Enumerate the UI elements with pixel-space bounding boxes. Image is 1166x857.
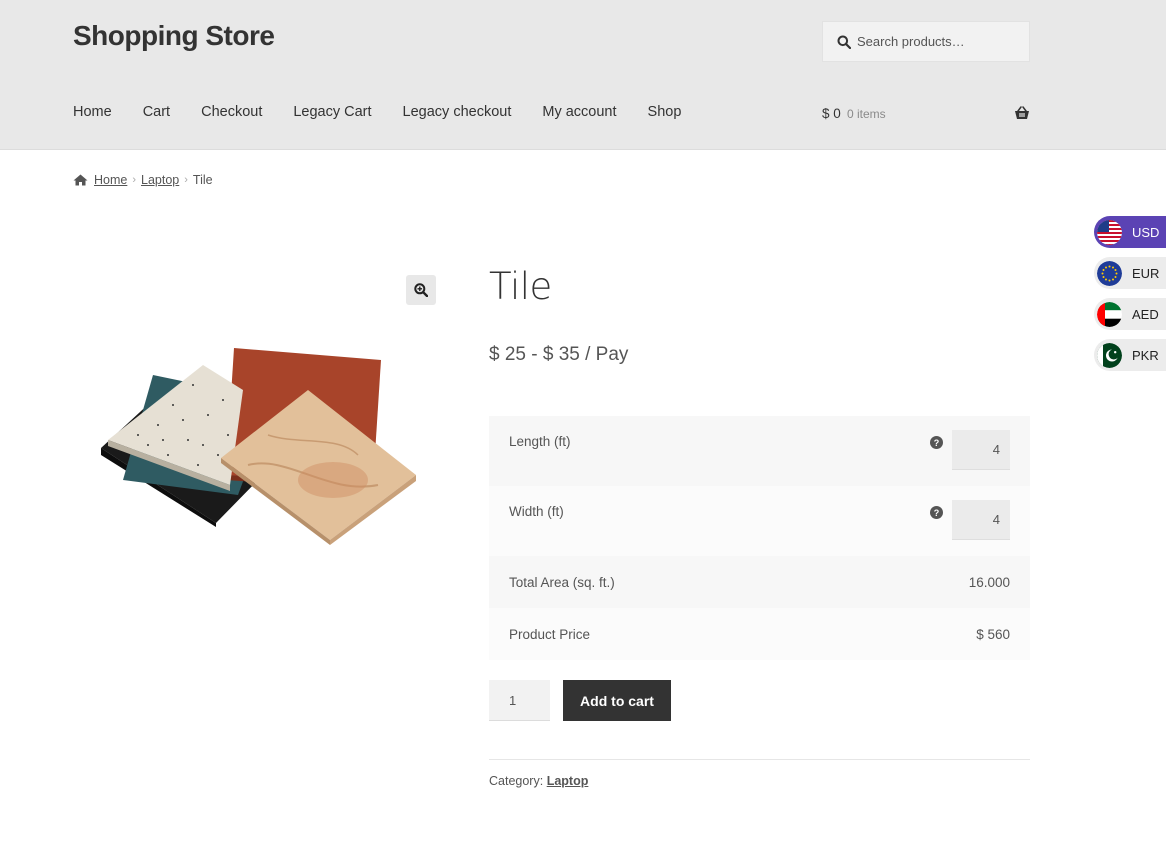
product-gallery (73, 270, 437, 570)
add-to-cart-form: Add to cart (489, 680, 671, 721)
cart-amount: $ 0 (822, 106, 841, 121)
currency-eur[interactable]: EUR (1094, 257, 1166, 289)
product-price-value: $ 560 (976, 626, 1010, 642)
quantity-input[interactable] (489, 680, 550, 721)
breadcrumb-current: Tile (192, 173, 213, 187)
currency-code: PKR (1132, 347, 1159, 363)
primary-nav: Home Cart Checkout Legacy Cart Legacy ch… (73, 104, 712, 120)
svg-text:?: ? (934, 508, 940, 518)
product-title: Tile (489, 265, 552, 308)
total-area-row: Total Area (sq. ft.) 16.000 (489, 556, 1030, 608)
currency-switcher: USD EUR AED PKR (1094, 216, 1166, 380)
nav-my-account[interactable]: My account (542, 104, 616, 120)
nav-legacy-cart[interactable]: Legacy Cart (293, 104, 371, 120)
breadcrumb-separator: › (132, 174, 137, 186)
category-prefix: Category: (489, 774, 544, 788)
site-title[interactable]: Shopping Store (73, 20, 275, 52)
breadcrumb-category[interactable]: Laptop (141, 173, 179, 187)
width-input[interactable] (952, 500, 1010, 540)
us-flag-icon (1097, 219, 1122, 245)
category-link[interactable]: Laptop (547, 774, 589, 788)
add-to-cart-button[interactable]: Add to cart (563, 680, 671, 721)
help-icon[interactable]: ? (930, 506, 943, 519)
product-image[interactable] (98, 345, 423, 545)
site-header: Shopping Store Home Cart Checkout Legacy… (0, 0, 1166, 150)
product-meta: Category: Laptop (489, 774, 588, 788)
length-row: Length (ft) ? (489, 416, 1030, 486)
total-area-label: Total Area (sq. ft.) (509, 574, 615, 590)
svg-text:?: ? (934, 438, 940, 448)
currency-usd[interactable]: USD (1094, 216, 1166, 248)
zoom-button[interactable] (406, 275, 436, 305)
home-icon (73, 174, 88, 186)
product-price: $ 25 - $ 35 / Pay (489, 344, 629, 365)
help-icon[interactable]: ? (930, 436, 943, 449)
currency-code: AED (1132, 306, 1159, 322)
nav-legacy-checkout[interactable]: Legacy checkout (403, 104, 512, 120)
divider (489, 759, 1030, 760)
uae-flag-icon (1097, 301, 1122, 327)
nav-cart[interactable]: Cart (143, 104, 170, 120)
basket-icon (1015, 106, 1029, 119)
breadcrumb: Home › Laptop › Tile (73, 173, 213, 187)
eu-flag-icon (1097, 260, 1122, 286)
pk-flag-icon (1097, 342, 1122, 368)
length-input[interactable] (952, 430, 1010, 470)
currency-pkr[interactable]: PKR (1094, 339, 1166, 371)
product-price-row: Product Price $ 560 (489, 608, 1030, 660)
zoom-icon (414, 283, 428, 297)
currency-code: EUR (1132, 265, 1160, 281)
currency-aed[interactable]: AED (1094, 298, 1166, 330)
total-area-value: 16.000 (968, 574, 1010, 590)
currency-code: USD (1132, 224, 1160, 240)
search-icon (837, 35, 851, 49)
product-price-label: Product Price (509, 626, 591, 642)
measurement-calculator: Length (ft) ? Width (ft) ? Total Area (s… (489, 416, 1030, 660)
nav-shop[interactable]: Shop (648, 104, 682, 120)
search-input[interactable] (857, 34, 1017, 49)
mini-cart[interactable]: $ 0 0 items (822, 106, 1030, 124)
breadcrumb-home[interactable]: Home (94, 173, 127, 187)
width-row: Width (ft) ? (489, 486, 1030, 556)
search-box[interactable] (822, 21, 1030, 62)
nav-checkout[interactable]: Checkout (201, 104, 262, 120)
cart-count: 0 items (847, 107, 886, 121)
nav-home[interactable]: Home (73, 104, 112, 120)
breadcrumb-separator: › (184, 174, 188, 186)
